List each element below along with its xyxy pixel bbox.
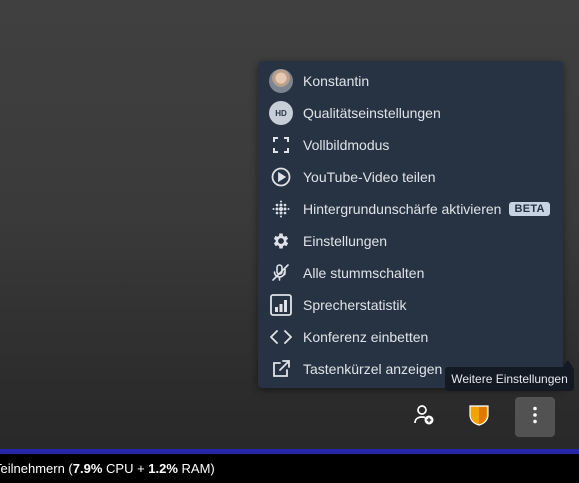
mic-muted-icon: [268, 260, 294, 286]
open-external-icon: [268, 356, 294, 382]
add-participant-icon: [413, 404, 435, 431]
gear-icon: [268, 228, 294, 254]
cpu-value: 7.9%: [72, 461, 103, 476]
more-vertical-icon: [532, 406, 538, 429]
menu-item-fullscreen[interactable]: Vollbildmodus: [258, 129, 563, 161]
invite-button[interactable]: [404, 397, 444, 437]
menu-item-label: Einstellungen: [303, 233, 388, 249]
hd-icon: HD: [268, 100, 294, 126]
menu-item-speaker-stats[interactable]: Sprecherstatistik: [258, 289, 563, 321]
menu-item-label: Alle stummschalten: [303, 265, 425, 281]
tooltip: Weitere Einstellungen: [445, 367, 574, 391]
fullscreen-icon: [268, 132, 294, 158]
bar-chart-icon: [268, 292, 294, 318]
menu-item-label: Konstantin: [303, 73, 370, 89]
menu-item-label: Qualitätseinstellungen: [303, 105, 441, 121]
menu-item-quality[interactable]: HD Qualitätseinstellungen: [258, 97, 563, 129]
cpu-label: CPU +: [102, 461, 149, 476]
shield-icon: [469, 404, 489, 431]
menu-item-label: Konferenz einbetten: [303, 329, 429, 345]
security-button[interactable]: [459, 397, 499, 437]
more-options-button[interactable]: [515, 397, 555, 437]
ram-value: 1.2%: [148, 461, 178, 476]
menu-item-label: Hintergrundunschärfe aktivieren: [303, 201, 502, 217]
menu-item-label: Sprecherstatistik: [303, 297, 407, 313]
menu-item-profile[interactable]: Konstantin: [258, 65, 563, 97]
code-icon: [268, 324, 294, 350]
menu-item-youtube[interactable]: YouTube-Video teilen: [258, 161, 563, 193]
menu-item-label: YouTube-Video teilen: [303, 169, 436, 185]
ram-label: RAM): [177, 461, 215, 476]
status-prefix: Teilnehmern (: [0, 461, 73, 476]
blur-icon: [268, 196, 294, 222]
menu-item-mute-all[interactable]: Alle stummschalten: [258, 257, 563, 289]
tooltip-arrow: [563, 360, 573, 367]
status-text: Teilnehmern (7.9% CPU + 1.2% RAM): [0, 461, 215, 476]
menu-item-embed[interactable]: Konferenz einbetten: [258, 321, 563, 353]
menu-item-settings[interactable]: Einstellungen: [258, 225, 563, 257]
beta-badge: BETA: [509, 202, 550, 216]
avatar: [268, 68, 294, 94]
status-bar: Teilnehmern (7.9% CPU + 1.2% RAM): [0, 454, 579, 483]
menu-item-label: Vollbildmodus: [303, 137, 390, 153]
menu-item-blur[interactable]: Hintergrundunschärfe aktivieren BETA: [258, 193, 563, 225]
menu-item-label: Tastenkürzel anzeigen: [303, 361, 443, 377]
play-circle-icon: [268, 164, 294, 190]
more-options-menu: Konstantin HD Qualitätseinstellungen Vol…: [258, 61, 563, 388]
